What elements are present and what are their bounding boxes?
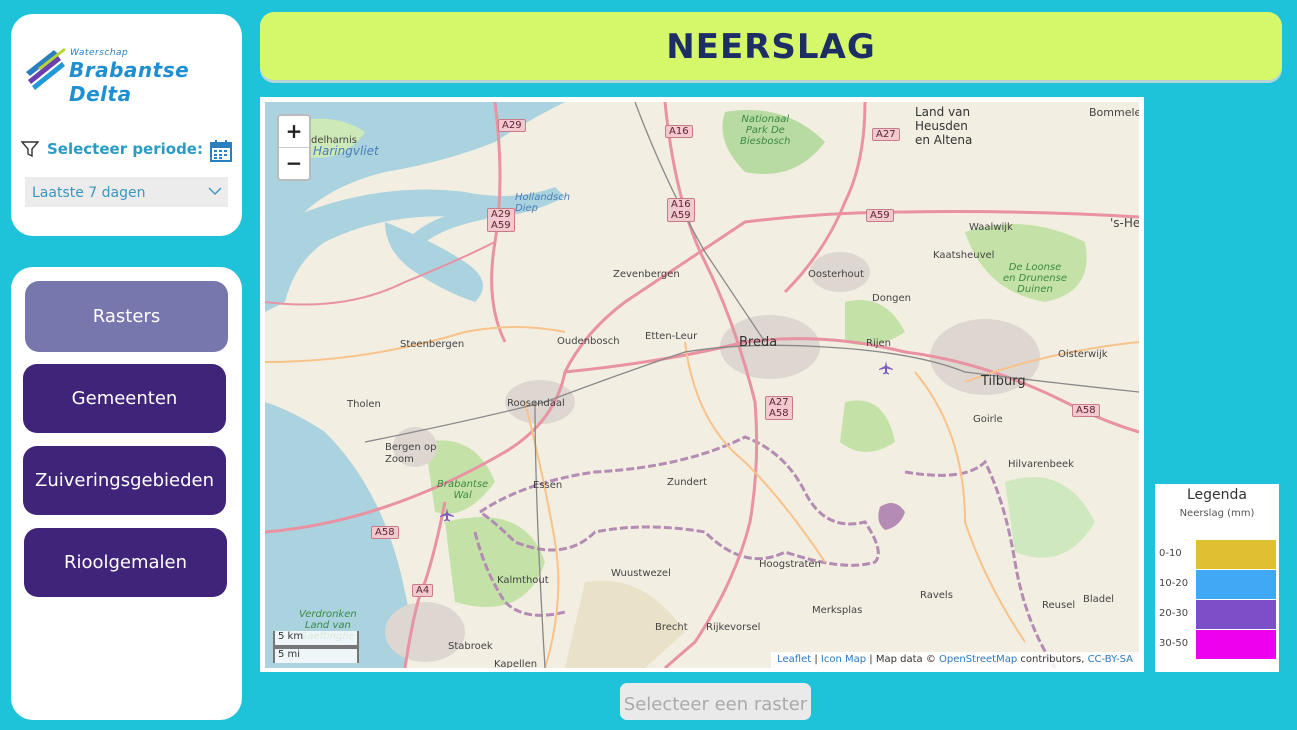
place-zevenbergen: Zevenbergen (613, 269, 680, 280)
city-breda: Breda (739, 335, 778, 350)
scale-km: 5 km (273, 631, 359, 647)
logo-panel: Waterschap Brabantse Delta Selecteer per… (11, 14, 242, 236)
legend-item: 10-20 (1155, 570, 1279, 600)
legend-swatch (1196, 630, 1276, 659)
road-shield-a59: A59 (866, 209, 894, 222)
place-oudenbosch: Oudenbosch (557, 336, 620, 347)
place-bergen: Bergen op Zoom (385, 442, 437, 465)
iconmap-link[interactable]: Icon Map (821, 654, 866, 665)
legend: Legenda Neerslag (mm) 0-10 10-20 20-30 3… (1155, 484, 1279, 672)
place-stabroek: Stabroek (448, 641, 493, 652)
waterschap-logo: Waterschap Brabantse Delta (24, 42, 234, 106)
place-goirle: Goirle (973, 414, 1003, 425)
place-oisterwijk: Oisterwijk (1058, 349, 1108, 360)
osm-link[interactable]: OpenStreetMap (939, 654, 1017, 665)
nav-button-rioolgemalen[interactable]: Rioolgemalen (24, 528, 227, 597)
road-shield-a16a59: A16 A59 (667, 198, 695, 222)
road-shield-a27a58: A27 A58 (765, 396, 793, 420)
zoom-in-button[interactable]: + (279, 116, 309, 147)
license-link[interactable]: CC-BY-SA (1088, 654, 1133, 665)
place-bommelerwaard: Bommelerwaa (1089, 106, 1139, 119)
road-shield-a27: A27 (872, 128, 900, 141)
city-tilburg: Tilburg (981, 374, 1026, 389)
airport-icon (879, 361, 893, 375)
nav-button-rasters[interactable]: Rasters (25, 281, 228, 352)
place-reusel: Reusel (1042, 600, 1076, 611)
place-oosterhout: Oosterhout (808, 269, 864, 280)
filter-icon (21, 141, 39, 158)
place-ravels: Ravels (920, 590, 953, 601)
place-tholen: Tholen (347, 399, 381, 410)
zoom-control: + − (277, 114, 311, 181)
logo-icon (26, 48, 66, 90)
place-merksplas: Merksplas (812, 605, 863, 616)
place-wuustwezel: Wuustwezel (611, 568, 671, 579)
place-brecht: Brecht (655, 622, 688, 633)
place-landvanheusden: Land van Heusden en Altena (915, 105, 973, 147)
period-label: Selecteer periode: (47, 140, 203, 158)
place-zundert: Zundert (667, 477, 708, 488)
label-biesbosch: Nationaal Park De Biesbosch (740, 114, 791, 147)
map-canvas[interactable]: + − Haringvliet Hollandsch Diep Nationaa… (265, 102, 1139, 668)
water-label-haringvliet: Haringvliet (313, 144, 379, 158)
scale-mi: 5 mi (273, 647, 359, 663)
logo-big-text: Brabantse Delta (69, 58, 190, 106)
place-rijen: Rijen (866, 338, 891, 349)
nav-button-zuiveringsgebieden[interactable]: Zuiveringsgebieden (23, 446, 226, 515)
nav-button-gemeenten[interactable]: Gemeenten (23, 364, 226, 433)
place-essen: Essen (533, 480, 563, 491)
road-shield-a58-east: A58 (1072, 404, 1100, 417)
place-kaatsheuvel: Kaatsheuvel (933, 250, 995, 261)
logo-small-text: Waterschap (70, 48, 129, 58)
place-kalmthout: Kalmthout (497, 575, 549, 586)
road-shield-a16: A16 (665, 125, 693, 138)
leaflet-link[interactable]: Leaflet (777, 654, 811, 665)
legend-title: Legenda (1186, 487, 1247, 503)
place-steenbergen: Steenbergen (400, 339, 465, 350)
road-shield-a29: A29 (498, 119, 526, 132)
chevron-down-icon (208, 187, 222, 195)
legend-subtitle: Neerslag (mm) (1179, 508, 1255, 519)
place-hertogenbosch: 's-He (1110, 216, 1139, 230)
title-bar: NEERSLAG (260, 12, 1282, 80)
road-shield-a58-west: A58 (371, 526, 399, 539)
legend-swatch (1196, 600, 1276, 629)
legend-item: 30-50 (1155, 630, 1279, 660)
legend-swatch (1196, 540, 1276, 569)
road-shield-a29a59: A29 A59 (487, 208, 515, 232)
road-shield-a4: A4 (412, 584, 434, 597)
airport-icon (440, 508, 454, 522)
nav-panel: Rasters Gemeenten Zuiveringsgebieden Rio… (11, 267, 242, 720)
label-loonse: De Loonse en Drunense Duinen (1003, 262, 1068, 295)
calendar-icon[interactable] (210, 140, 232, 162)
select-raster-button[interactable]: Selecteer een raster (620, 683, 811, 720)
place-rijkevorsel: Rijkevorsel (706, 622, 761, 633)
place-dongen: Dongen (872, 293, 911, 304)
place-middelharnis: delharnis (311, 135, 358, 146)
place-hoogstraten: Hoogstraten (759, 559, 821, 570)
legend-swatch (1196, 570, 1276, 599)
period-filter: Selecteer periode: (21, 138, 232, 162)
water-label-hollandsdiep: Hollandsch Diep (515, 192, 571, 214)
period-dropdown-value: Laatste 7 dagen (32, 185, 146, 201)
page-title: NEERSLAG (666, 27, 876, 67)
place-ettenleur: Etten-Leur (645, 331, 698, 342)
label-brabantsewal: Brabantse Wal (437, 479, 489, 501)
place-roosendaal: Roosendaal (507, 398, 565, 409)
place-waalwijk: Waalwijk (969, 222, 1013, 233)
zoom-out-button[interactable]: − (279, 148, 309, 179)
map-attribution: Leaflet | Icon Map | Map data © OpenStre… (771, 652, 1139, 668)
legend-item: 20-30 (1155, 600, 1279, 630)
place-hilvarenbeek: Hilvarenbeek (1008, 459, 1074, 470)
place-kapellen: Kapellen (494, 659, 538, 668)
place-bladel: Bladel (1083, 594, 1115, 605)
legend-item: 0-10 (1155, 540, 1279, 570)
period-dropdown[interactable]: Laatste 7 dagen (25, 177, 228, 207)
map-frame: + − Haringvliet Hollandsch Diep Nationaa… (260, 97, 1144, 672)
